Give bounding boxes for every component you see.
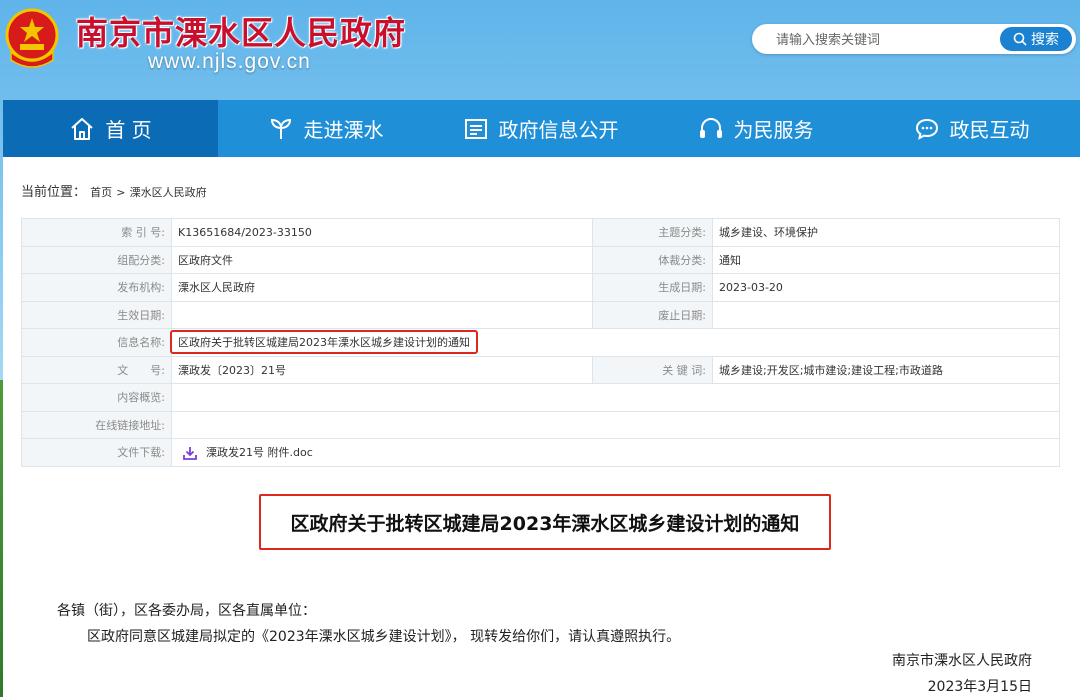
search-icon	[1013, 32, 1027, 46]
meta-label: 文件下载:	[21, 438, 172, 467]
breadcrumb: 当前位置： 首页 > 溧水区人民政府	[21, 181, 207, 200]
search-button[interactable]: 搜索	[1000, 27, 1072, 51]
search-box: 搜索	[752, 24, 1076, 56]
meta-value-index-no: K13651684/2023-33150	[171, 218, 593, 247]
table-row: 文 号: 溧政发〔2023〕21号 关 键 词: 城乡建设;开发区;城市建设;建…	[21, 355, 1060, 384]
document-icon	[464, 118, 487, 139]
meta-label: 信息名称:	[21, 328, 172, 357]
site-url: www.njls.gov.cn	[148, 50, 311, 73]
table-row: 组配分类: 区政府文件 体裁分类: 通知	[21, 245, 1060, 274]
meta-value-summary	[171, 383, 1060, 412]
breadcrumb-label: 当前位置：	[21, 185, 87, 200]
meta-label: 文 号:	[21, 355, 172, 384]
meta-value-link	[171, 410, 1060, 439]
download-icon[interactable]	[182, 445, 198, 461]
site-header: 南京市溧水区人民政府 www.njls.gov.cn 搜索	[0, 0, 1080, 100]
nav-item-info-disclosure[interactable]: 政府信息公开	[433, 100, 648, 157]
meta-value-info-name-cell: 区政府关于批转区城建局2023年溧水区城乡建设计划的通知	[170, 328, 1060, 357]
meta-value-download-cell: 溧政发21号 附件.doc	[171, 438, 1060, 467]
meta-label: 内容概览:	[21, 383, 172, 412]
table-row: 文件下载: 溧政发21号 附件.doc	[21, 438, 1060, 467]
nav-item-label: 政民互动	[949, 118, 1030, 142]
content-panel: 当前位置： 首页 > 溧水区人民政府 索 引 号: K13651684/2023…	[3, 157, 1080, 697]
document-body: 区政府同意区城建局拟定的《2023年溧水区城乡建设计划》， 现转发给你们，请认真…	[87, 629, 681, 645]
main-nav: 首 页 走进溧水 政府信息公开 为民服务 政民互动	[3, 100, 1080, 157]
meta-value-doc-no: 溧政发〔2023〕21号	[171, 355, 593, 384]
document-title-highlight: 区政府关于批转区城建局2023年溧水区城乡建设计划的通知	[259, 494, 831, 550]
document-meta-table: 索 引 号: K13651684/2023-33150 主题分类: 城乡建设、环…	[21, 218, 1060, 467]
meta-value-created: 2023-03-20	[712, 273, 1060, 302]
national-emblem-icon	[5, 8, 59, 68]
nav-item-label: 为民服务	[733, 118, 814, 142]
meta-label: 组配分类:	[21, 245, 172, 274]
meta-value-effective	[171, 300, 593, 329]
table-row: 在线链接地址:	[21, 410, 1060, 439]
table-row: 内容概览:	[21, 383, 1060, 412]
meta-label: 索 引 号:	[21, 218, 172, 247]
nav-item-about[interactable]: 走进溧水	[218, 100, 433, 157]
document-signature-date: 2023年3月15日	[927, 679, 1032, 695]
meta-value-topic: 城乡建设、环境保护	[712, 218, 1060, 247]
meta-value-publisher: 溧水区人民政府	[171, 273, 593, 302]
chat-icon	[915, 118, 938, 140]
leaf-icon	[270, 118, 291, 139]
table-row: 生效日期: 废止日期:	[21, 300, 1060, 329]
table-row: 信息名称: 区政府关于批转区城建局2023年溧水区城乡建设计划的通知	[21, 328, 1060, 357]
table-row: 索 引 号: K13651684/2023-33150 主题分类: 城乡建设、环…	[21, 218, 1060, 247]
meta-label: 在线链接地址:	[21, 410, 172, 439]
meta-value-expiry	[712, 300, 1060, 329]
breadcrumb-separator: >	[116, 186, 126, 199]
info-name-highlight: 区政府关于批转区城建局2023年溧水区城乡建设计划的通知	[170, 330, 478, 355]
document-salutation: 各镇（街），区各委办局，区各直属单位：	[57, 603, 316, 619]
document-signature-org: 南京市溧水区人民政府	[892, 653, 1032, 669]
nav-item-services[interactable]: 为民服务	[648, 100, 863, 157]
nav-item-label: 政府信息公开	[498, 118, 619, 142]
meta-label: 发布机构:	[21, 273, 172, 302]
meta-label: 生效日期:	[21, 300, 172, 329]
meta-label: 生成日期:	[592, 273, 713, 302]
nav-item-label: 首 页	[105, 118, 152, 142]
table-row: 发布机构: 溧水区人民政府 生成日期: 2023-03-20	[21, 273, 1060, 302]
meta-value-keywords: 城乡建设;开发区;城市建设;建设工程;市政道路	[712, 355, 1060, 384]
document-title: 区政府关于批转区城建局2023年溧水区城乡建设计划的通知	[290, 512, 800, 535]
breadcrumb-current-link[interactable]: 溧水区人民政府	[130, 186, 207, 199]
search-input[interactable]	[774, 24, 978, 56]
nav-item-interaction[interactable]: 政民互动	[863, 100, 1080, 157]
nav-item-home[interactable]: 首 页	[3, 100, 218, 157]
breadcrumb-home-link[interactable]: 首页	[90, 186, 112, 199]
headset-icon	[699, 117, 722, 138]
site-title: 南京市溧水区人民政府	[76, 14, 407, 52]
meta-value-genre: 通知	[712, 245, 1060, 274]
search-button-label: 搜索	[1031, 32, 1059, 48]
meta-value-org-category: 区政府文件	[171, 245, 593, 274]
meta-label: 体裁分类:	[592, 245, 713, 274]
nav-item-label: 走进溧水	[303, 118, 384, 142]
meta-label: 主题分类:	[592, 218, 713, 247]
meta-label: 废止日期:	[592, 300, 713, 329]
download-file-link[interactable]: 溧政发21号 附件.doc	[206, 446, 313, 459]
home-icon	[71, 117, 93, 140]
meta-label: 关 键 词:	[592, 355, 713, 384]
